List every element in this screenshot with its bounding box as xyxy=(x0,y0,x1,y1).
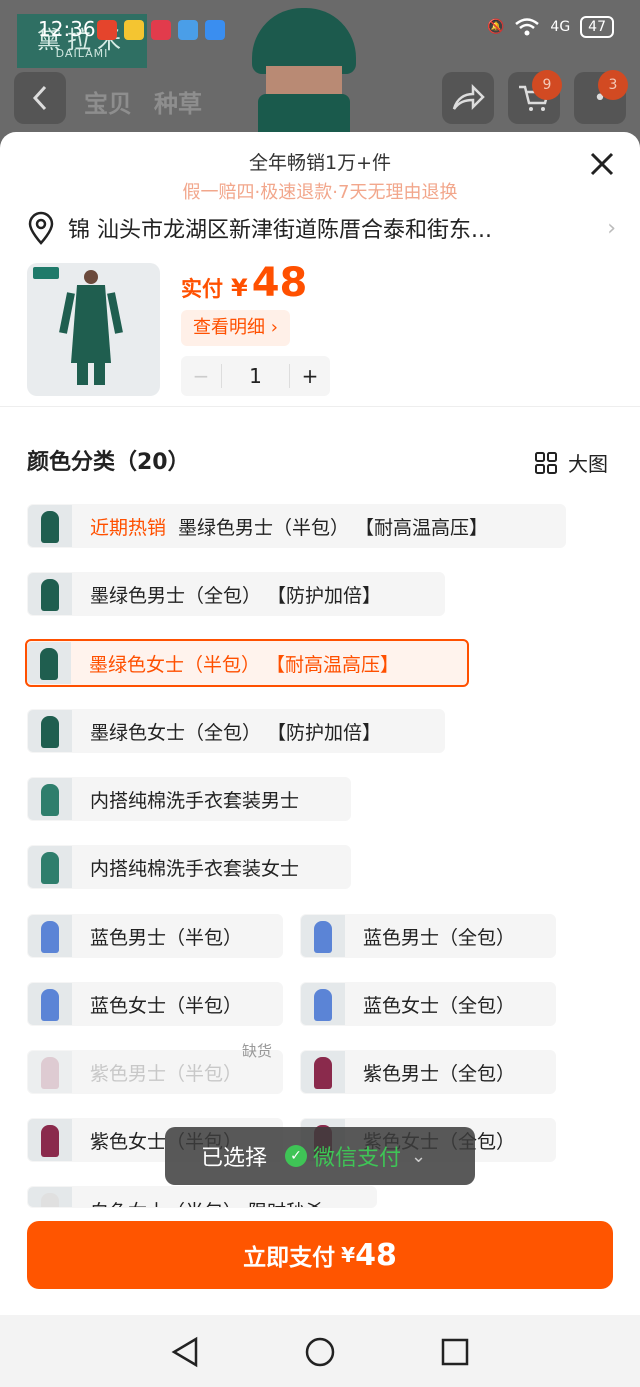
chevron-left-icon xyxy=(32,85,47,111)
sku-option[interactable]: 墨绿色男士（全包） 【防护加倍】 xyxy=(27,572,445,616)
sku-thumbnail xyxy=(28,778,72,820)
sku-thumbnail xyxy=(301,915,345,957)
soldout-badge: 缺货 xyxy=(242,1042,273,1060)
sku-option-selected[interactable]: 墨绿色女士（半包） 【耐高温高压】 xyxy=(25,639,469,687)
share-button[interactable] xyxy=(442,72,494,124)
chevron-right-icon: › xyxy=(607,215,616,241)
location-pin-icon xyxy=(28,211,54,245)
quantity-input[interactable]: 1 xyxy=(221,364,290,388)
color-category-title: 颜色分类（20） xyxy=(27,450,190,475)
sku-thumbnail xyxy=(28,983,72,1025)
mute-icon: 🔕 xyxy=(486,19,505,35)
payment-method-selector[interactable]: 已选择 ✓ 微信支付 ⌄ xyxy=(165,1127,475,1185)
product-image xyxy=(59,270,123,385)
address-row[interactable]: 锦 汕头市龙湖区新津街道陈厝合泰和街东... › xyxy=(26,208,616,248)
sku-option[interactable]: 蓝色女士（全包） xyxy=(300,982,556,1026)
sku-thumbnail xyxy=(28,505,72,547)
wechat-pay-icon: ✓ xyxy=(285,1145,308,1167)
close-icon[interactable] xyxy=(586,148,618,180)
sku-option[interactable]: 墨绿色女士（全包） 【防护加倍】 xyxy=(27,709,445,753)
payment-method-name: 微信支付 xyxy=(313,1146,402,1171)
delivery-address: 锦 汕头市龙湖区新津街道陈厝合泰和街东... xyxy=(68,218,492,243)
selected-sku-thumbnail[interactable] xyxy=(27,263,160,396)
quantity-stepper: − 1 + xyxy=(181,356,330,396)
sales-promo: 全年畅销1万+件 xyxy=(248,152,391,174)
sku-thumbnail xyxy=(28,846,72,888)
recents-square-icon[interactable] xyxy=(435,1335,475,1369)
price: 实付 ¥ 48 xyxy=(181,260,308,306)
sku-thumbnail xyxy=(28,915,72,957)
pay-now-button[interactable]: 立即支付 ¥ 48 xyxy=(27,1221,613,1289)
notification-icons xyxy=(97,20,225,40)
status-bar: 12:36 🔕 4G 47 xyxy=(0,0,640,60)
cart-count-badge: 9 xyxy=(532,70,562,100)
sku-thumbnail xyxy=(28,1187,72,1207)
app-notification-icon xyxy=(151,20,171,40)
share-icon xyxy=(452,84,485,111)
message-count-badge: 3 xyxy=(598,70,628,100)
view-details-button[interactable]: 查看明细 › xyxy=(181,310,290,346)
home-circle-icon[interactable] xyxy=(300,1335,340,1369)
back-triangle-icon[interactable] xyxy=(166,1335,206,1369)
sku-option[interactable]: 内搭纯棉洗手衣套装男士 xyxy=(27,777,351,821)
app-notification-icon xyxy=(178,20,198,40)
tab-reviews[interactable]: 种草 xyxy=(154,84,202,119)
grid-icon xyxy=(535,451,557,474)
sku-option[interactable]: 蓝色女士（半包） xyxy=(27,982,283,1026)
sku-thumbnail xyxy=(28,1051,72,1093)
sku-thumbnail xyxy=(301,983,345,1025)
chevron-down-icon: ⌄ xyxy=(411,1145,427,1167)
tab-item[interactable]: 宝贝 xyxy=(84,84,132,119)
message-icon xyxy=(205,20,225,40)
sku-thumbnail xyxy=(28,573,72,615)
cart-button[interactable]: 9 xyxy=(508,70,562,124)
sku-option[interactable]: 蓝色男士（半包） xyxy=(27,914,283,958)
sku-option[interactable]: 紫色男士（全包） xyxy=(300,1050,556,1094)
sku-option[interactable]: 蓝色男士（全包） xyxy=(300,914,556,958)
price-value: 48 xyxy=(251,260,308,306)
sku-thumbnail xyxy=(27,642,71,684)
decrease-button[interactable]: − xyxy=(181,364,221,388)
system-navigation-bar xyxy=(0,1315,640,1387)
sku-thumbnail xyxy=(28,710,72,752)
big-view-toggle[interactable]: 大图 xyxy=(534,448,608,477)
sku-option[interactable]: 内搭纯棉洗手衣套装女士 xyxy=(27,845,351,889)
hot-sale-tag: 近期热销 xyxy=(90,516,167,539)
sku-thumbnail xyxy=(28,1119,72,1161)
wifi-icon xyxy=(515,18,540,36)
back-button[interactable] xyxy=(14,72,66,124)
more-button[interactable]: • 3 xyxy=(574,70,628,124)
sku-selector-sheet: 全年畅销1万+件 假一赔四·极速退款·7天无理由退换 锦 汕头市龙湖区新津街道陈… xyxy=(0,132,640,1315)
clock: 12:36 xyxy=(38,17,96,41)
divider xyxy=(0,406,640,407)
weibo-icon xyxy=(124,20,144,40)
sku-option[interactable]: 近期热销 墨绿色男士（半包） 【耐高温高压】 xyxy=(27,504,566,548)
battery-icon: 47 xyxy=(580,16,614,38)
increase-button[interactable]: + xyxy=(290,364,330,388)
sku-thumbnail xyxy=(301,1051,345,1093)
app-notification-icon xyxy=(97,20,117,40)
sku-option[interactable]: 白色女士（半包） 限时秒杀 xyxy=(27,1186,377,1208)
guarantee-line: 假一赔四·极速退款·7天无理由退换 xyxy=(182,182,458,203)
signal-icon: 4G xyxy=(550,19,571,35)
